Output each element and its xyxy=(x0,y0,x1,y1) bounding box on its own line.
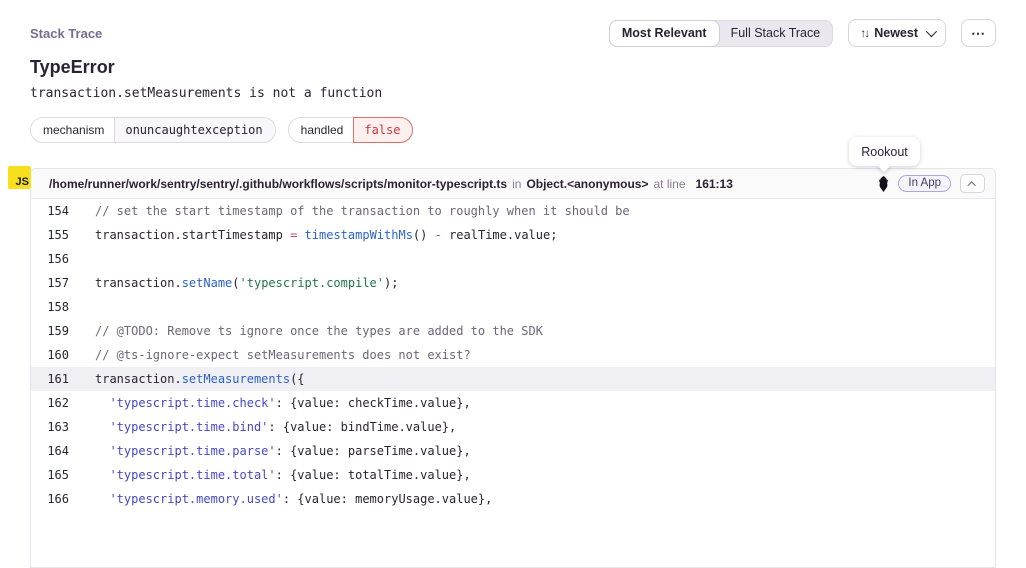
line-number: 155 xyxy=(31,223,69,247)
line-number: 164 xyxy=(31,439,69,463)
javascript-language-badge: JS xyxy=(8,166,31,189)
tag-handled[interactable]: handled false xyxy=(288,117,414,143)
code-text: transaction.setMeasurements({ xyxy=(69,367,305,391)
code-text: 'typescript.memory.used': {value: memory… xyxy=(69,487,492,511)
code-text: 'typescript.time.parse': {value: parseTi… xyxy=(69,439,471,463)
collapse-frame-button[interactable] xyxy=(960,174,985,193)
ellipsis-icon: ⋯ xyxy=(971,25,986,42)
tag-key: handled xyxy=(289,118,354,142)
error-type-title: TypeError xyxy=(30,57,115,78)
rookout-icon[interactable] xyxy=(878,176,889,192)
tag-key: mechanism xyxy=(31,118,114,142)
code-text: transaction.startTimestamp = timestampWi… xyxy=(69,223,557,247)
code-line: 157transaction.setName('typescript.compi… xyxy=(31,271,995,295)
code-text xyxy=(69,295,95,319)
line-number: 158 xyxy=(31,295,69,319)
frame-header-right: In App xyxy=(878,174,985,193)
code-text xyxy=(69,247,95,271)
stack-frame: /home/runner/work/sentry/sentry/.github/… xyxy=(30,168,996,568)
code-text: // @TODO: Remove ts ignore once the type… xyxy=(69,319,543,343)
sort-newest-dropdown[interactable]: ↑↓ Newest xyxy=(848,19,946,47)
tag-value: onuncaughtexception xyxy=(114,118,274,142)
tag-value: false xyxy=(353,117,413,143)
code-line: 160// @ts-ignore-expect setMeasurements … xyxy=(31,343,995,367)
more-options-button[interactable]: ⋯ xyxy=(961,19,996,47)
code-line: 163 'typescript.time.bind': {value: bind… xyxy=(31,415,995,439)
in-app-badge: In App xyxy=(898,175,951,192)
line-number: 165 xyxy=(31,463,69,487)
line-number: 163 xyxy=(31,415,69,439)
section-title: Stack Trace xyxy=(30,26,102,41)
frame-at-line-word: at line xyxy=(653,177,685,191)
sort-label: Newest xyxy=(874,26,918,40)
frame-file-path: /home/runner/work/sentry/sentry/.github/… xyxy=(49,177,507,191)
code-text: 'typescript.time.bind': {value: bindTime… xyxy=(69,415,456,439)
line-number: 154 xyxy=(31,199,69,223)
code-line: 155transaction.startTimestamp = timestam… xyxy=(31,223,995,247)
code-line: 164 'typescript.time.parse': {value: par… xyxy=(31,439,995,463)
line-number: 166 xyxy=(31,487,69,511)
line-number: 156 xyxy=(31,247,69,271)
line-number: 157 xyxy=(31,271,69,295)
frame-function-name: Object.<anonymous> xyxy=(526,177,648,191)
segment-full-stack-trace[interactable]: Full Stack Trace xyxy=(718,20,834,47)
code-text: // set the start timestamp of the transa… xyxy=(69,199,630,223)
sort-arrows-icon: ↑↓ xyxy=(860,26,868,40)
code-line: 166 'typescript.memory.used': {value: me… xyxy=(31,487,995,511)
frame-in-word: in xyxy=(512,177,521,191)
line-number: 159 xyxy=(31,319,69,343)
code-line: 158 xyxy=(31,295,995,319)
tooltip-label: Rookout xyxy=(861,145,908,159)
code-text: // @ts-ignore-expect setMeasurements doe… xyxy=(69,343,471,367)
code-text: transaction.setName('typescript.compile'… xyxy=(69,271,398,295)
code-line: 165 'typescript.time.total': {value: tot… xyxy=(31,463,995,487)
code-lines: 154// set the start timestamp of the tra… xyxy=(31,199,995,511)
line-number: 160 xyxy=(31,343,69,367)
code-line: 162 'typescript.time.check': {value: che… xyxy=(31,391,995,415)
code-line: 156 xyxy=(31,247,995,271)
line-number: 161 xyxy=(31,367,69,391)
tag-mechanism[interactable]: mechanism onuncaughtexception xyxy=(30,117,276,143)
frame-header[interactable]: /home/runner/work/sentry/sentry/.github/… xyxy=(31,169,995,199)
frame-line-column: 161:13 xyxy=(696,177,733,191)
code-line: 161transaction.setMeasurements({ xyxy=(31,367,995,391)
stack-trace-controls: Most Relevant Full Stack Trace ↑↓ Newest… xyxy=(609,19,996,47)
chevron-down-icon xyxy=(926,26,937,37)
code-text: 'typescript.time.check': {value: checkTi… xyxy=(69,391,471,415)
chevron-up-icon xyxy=(967,181,975,189)
code-line: 159// @TODO: Remove ts ignore once the t… xyxy=(31,319,995,343)
error-message: transaction.setMeasurements is not a fun… xyxy=(30,86,382,101)
line-number: 162 xyxy=(31,391,69,415)
segment-most-relevant[interactable]: Most Relevant xyxy=(609,20,720,47)
rookout-tooltip: Rookout xyxy=(849,137,920,166)
code-text: 'typescript.time.total': {value: totalTi… xyxy=(69,463,471,487)
view-segmented-control: Most Relevant Full Stack Trace xyxy=(609,20,833,47)
tags-row: mechanism onuncaughtexception handled fa… xyxy=(30,117,413,143)
code-line: 154// set the start timestamp of the tra… xyxy=(31,199,995,223)
